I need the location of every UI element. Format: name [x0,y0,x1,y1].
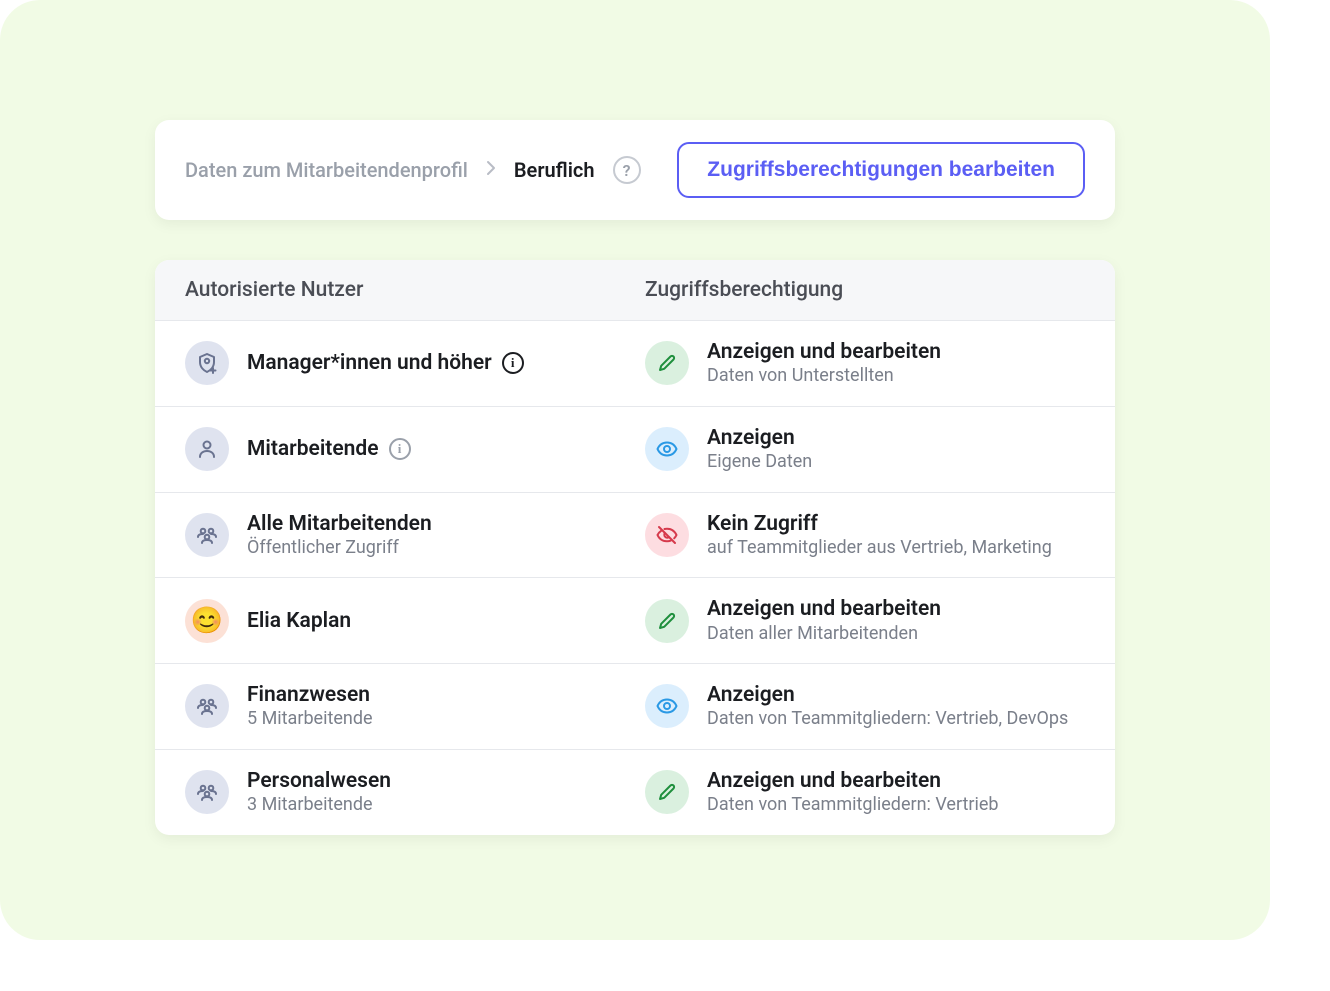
user-cell: 😊 Elia Kaplan [185,599,645,643]
eye-icon [645,684,689,728]
chevron-right-icon [486,160,496,180]
user-title: Personalwesen [247,768,391,794]
people-icon [185,770,229,814]
permission-cell: AnzeigenDaten von Teammitgliedern: Vertr… [645,682,1085,731]
user-cell: Personalwesen3 Mitarbeitende [185,768,645,817]
permission-subtitle: auf Teammitglieder aus Vertrieb, Marketi… [707,537,1052,560]
person-icon [185,427,229,471]
permission-subtitle: Eigene Daten [707,451,812,474]
permission-cell: Kein Zugriffauf Teammitglieder aus Vertr… [645,511,1085,560]
permission-subtitle: Daten aller Mitarbeitenden [707,623,941,646]
shield-plus-icon [185,341,229,385]
user-cell: Finanzwesen5 Mitarbeitende [185,682,645,731]
user-subtitle: 5 Mitarbeitende [247,708,373,731]
breadcrumb-current: Beruflich [514,158,595,182]
table-row: Personalwesen3 MitarbeitendeAnzeigen und… [155,750,1115,835]
user-title: Finanzwesen [247,682,370,708]
user-cell: Mitarbeitende i [185,427,645,471]
permission-title: Anzeigen und bearbeiten [707,768,999,794]
permission-title: Kein Zugriff [707,511,1052,537]
breadcrumb: Daten zum Mitarbeitendenprofil Beruflich… [185,156,641,184]
user-subtitle: 3 Mitarbeitende [247,794,391,817]
permission-cell: Anzeigen und bearbeitenDaten aller Mitar… [645,596,1085,645]
help-icon[interactable]: ? [613,156,641,184]
table-row: Finanzwesen5 MitarbeitendeAnzeigenDaten … [155,664,1115,750]
breadcrumb-parent[interactable]: Daten zum Mitarbeitendenprofil [185,158,468,182]
permission-subtitle: Daten von Teammitgliedern: Vertrieb [707,794,999,817]
user-title: Alle Mitarbeitenden [247,511,432,537]
permission-title: Anzeigen und bearbeiten [707,596,941,622]
permission-subtitle: Daten von Teammitgliedern: Vertrieb, Dev… [707,708,1068,731]
permission-cell: AnzeigenEigene Daten [645,425,1085,474]
user-subtitle: Öffentlicher Zugriff [247,537,432,560]
column-header-user: Autorisierte Nutzer [185,278,645,302]
user-cell: Alle MitarbeitendenÖffentlicher Zugriff [185,511,645,560]
permission-subtitle: Daten von Unterstellten [707,365,941,388]
table-row: 😊 Elia Kaplan Anzeigen und bearbeitenDaten… [155,578,1115,664]
table-row: Manager*innen und höher i Anzeigen und bea… [155,321,1115,407]
permission-cell: Anzeigen und bearbeitenDaten von Unterst… [645,339,1085,388]
user-title: Elia Kaplan [247,608,351,634]
permission-title: Anzeigen [707,425,812,451]
column-header-permission: Zugriffsberechtigung [645,278,1085,302]
info-icon[interactable]: i [389,438,411,460]
eye-icon [645,427,689,471]
table-header: Autorisierte Nutzer Zugriffsberechtigung [155,260,1115,321]
pencil-icon [645,341,689,385]
user-title: Mitarbeitende [247,436,379,462]
permission-title: Anzeigen [707,682,1068,708]
avatar: 😊 [185,599,229,643]
permission-cell: Anzeigen und bearbeitenDaten von Teammit… [645,768,1085,817]
permission-title: Anzeigen und bearbeiten [707,339,941,365]
breadcrumb-bar: Daten zum Mitarbeitendenprofil Beruflich… [155,120,1115,220]
edit-permissions-button[interactable]: Zugriffsberechtigungen bearbeiten [677,142,1085,198]
pencil-icon [645,770,689,814]
permissions-table: Autorisierte Nutzer Zugriffsberechtigung… [155,260,1115,835]
user-cell: Manager*innen und höher i [185,341,645,385]
table-row: Mitarbeitende i AnzeigenEigene Daten [155,407,1115,493]
eye-off-icon [645,513,689,557]
user-title: Manager*innen und höher [247,350,492,376]
people-icon [185,684,229,728]
info-icon[interactable]: i [502,352,524,374]
table-row: Alle MitarbeitendenÖffentlicher ZugriffK… [155,493,1115,579]
people-icon [185,513,229,557]
pencil-icon [645,599,689,643]
